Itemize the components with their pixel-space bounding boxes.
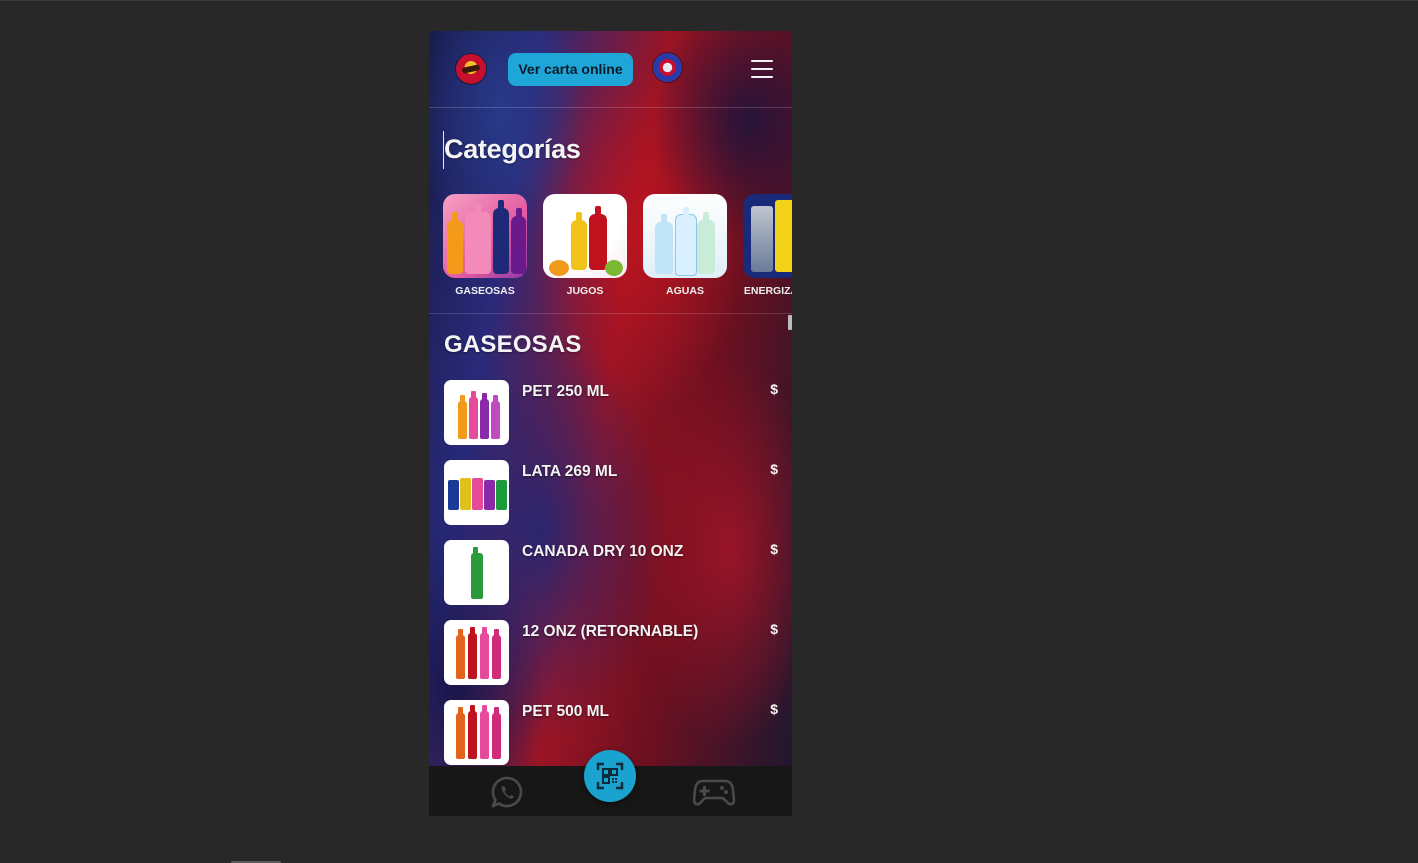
product-item[interactable]: CANADA DRY 10 ONZ $	[444, 540, 778, 606]
product-price: $	[770, 541, 778, 557]
partner-logo-icon[interactable]	[653, 53, 682, 82]
product-image	[444, 460, 509, 525]
product-image	[444, 380, 509, 445]
product-item[interactable]: 12 ONZ (RETORNABLE) $	[444, 620, 778, 686]
mobile-viewport[interactable]: Ver carta online Categorías GASEOSAS JUG…	[429, 31, 792, 816]
section-title: GASEOSAS	[444, 331, 582, 358]
juice-bottles-image	[543, 194, 627, 278]
app-header: Ver carta online	[429, 31, 792, 108]
hamburger-menu-icon[interactable]	[751, 60, 773, 78]
window-top-border	[0, 0, 1418, 1]
category-label: JUGOS	[566, 285, 604, 297]
qr-scan-button[interactable]	[584, 750, 636, 802]
category-aguas[interactable]: AGUAS	[643, 194, 727, 297]
product-name: PET 500 ML	[522, 703, 609, 720]
gamepad-icon[interactable]	[692, 777, 736, 807]
product-name: LATA 269 ML	[522, 463, 618, 480]
qr-scan-icon	[596, 762, 624, 790]
product-name: 12 ONZ (RETORNABLE)	[522, 623, 699, 640]
product-price: $	[770, 461, 778, 477]
category-energizantes[interactable]: ENERGIZANTES	[743, 194, 792, 297]
product-price: $	[770, 701, 778, 717]
whatsapp-icon[interactable]	[490, 775, 524, 809]
energy-cans-image	[743, 194, 792, 278]
category-jugos[interactable]: JUGOS	[543, 194, 627, 297]
category-label: AGUAS	[666, 285, 704, 297]
categories-title: Categorías	[444, 134, 581, 164]
product-name: CANADA DRY 10 ONZ	[522, 543, 684, 560]
product-price: $	[770, 621, 778, 637]
product-image	[444, 620, 509, 685]
category-label: ENERGIZANTES	[743, 285, 792, 297]
product-image	[444, 540, 509, 605]
product-name: PET 250 ML	[522, 383, 609, 400]
product-price: $	[770, 381, 778, 397]
soda-bottles-image	[443, 194, 527, 278]
ver-carta-online-button[interactable]: Ver carta online	[508, 53, 633, 86]
scrollbar-thumb[interactable]	[788, 315, 792, 330]
product-item[interactable]: LATA 269 ML $	[444, 460, 778, 526]
water-bottles-image	[643, 194, 727, 278]
category-gaseosas[interactable]: GASEOSAS	[443, 194, 527, 297]
categories-carousel[interactable]: GASEOSAS JUGOS AGUAS ENERGIZ	[443, 194, 792, 304]
category-label: GASEOSAS	[455, 285, 515, 297]
product-item[interactable]: PET 250 ML $	[444, 380, 778, 446]
section-divider	[429, 313, 792, 314]
brand-logo-icon[interactable]	[456, 54, 486, 84]
product-image	[444, 700, 509, 765]
